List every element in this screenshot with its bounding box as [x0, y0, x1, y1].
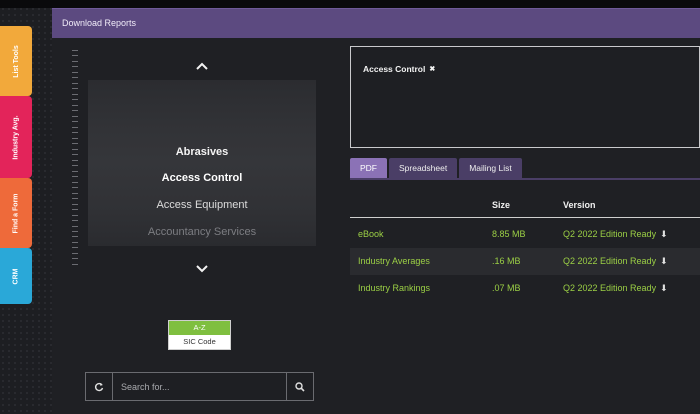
picker-scroll-track[interactable] — [72, 50, 78, 265]
search-button[interactable] — [287, 373, 313, 400]
row-version: Q2 2022 Edition Ready ⬇ — [563, 229, 668, 240]
row-version: Q2 2022 Edition Ready ⬇ — [563, 256, 668, 267]
picker-item-accountancy-services[interactable]: Accountancy Services — [88, 226, 316, 238]
picker-item-abrasives[interactable]: Abrasives — [88, 146, 316, 158]
chevron-down-icon[interactable] — [195, 263, 209, 275]
industry-picker[interactable]: Abrasives Access Control Access Equipmen… — [88, 80, 316, 246]
side-tab-list-tools[interactable]: List Tools — [0, 26, 32, 96]
download-icon[interactable]: ⬇ — [660, 256, 668, 266]
picker-item-access-equipment[interactable]: Access Equipment — [88, 199, 316, 211]
sort-toggle: A-Z SIC Code — [168, 320, 231, 350]
row-size: .07 MB — [492, 283, 521, 293]
table-row[interactable]: eBook 8.85 MB Q2 2022 Edition Ready ⬇ — [350, 221, 700, 248]
tab-spreadsheet[interactable]: Spreadsheet — [389, 158, 458, 178]
row-name: Industry Averages — [358, 256, 430, 266]
side-tab-crm[interactable]: CRM — [0, 248, 32, 304]
format-tabs: PDF Spreadsheet Mailing List — [350, 158, 522, 178]
selected-chip-label: Access Control — [363, 64, 426, 74]
page-title: Download Reports — [62, 18, 137, 28]
selected-chip: Access Control ✖ — [363, 64, 435, 74]
search-input[interactable] — [112, 373, 287, 400]
side-tab-label: Industry Avg. — [12, 114, 20, 160]
side-tab-find-a-form[interactable]: Find a Form — [0, 178, 32, 248]
side-tab-label: CRM — [12, 268, 20, 284]
top-strip — [0, 0, 700, 8]
header-divider — [350, 217, 700, 218]
refresh-button[interactable] — [86, 373, 112, 400]
tab-mailing-list[interactable]: Mailing List — [459, 158, 522, 178]
remove-chip-icon[interactable]: ✖ — [429, 65, 435, 73]
chevron-up-icon[interactable] — [195, 60, 209, 72]
row-version-text: Q2 2022 Edition Ready — [563, 256, 657, 266]
picker-item-access-control[interactable]: Access Control — [88, 172, 316, 184]
download-icon[interactable]: ⬇ — [660, 229, 668, 239]
selected-industries-box: Access Control ✖ — [350, 46, 700, 148]
sort-az-button[interactable]: A-Z — [169, 321, 230, 335]
panel-header: Download Reports — [52, 8, 700, 38]
tab-underline — [350, 178, 700, 180]
side-tab-industry-avg[interactable]: Industry Avg. — [0, 96, 32, 178]
table-row[interactable]: Industry Rankings .07 MB Q2 2022 Edition… — [350, 275, 700, 302]
row-name: eBook — [358, 229, 384, 239]
search-bar — [85, 372, 314, 401]
row-name: Industry Rankings — [358, 283, 431, 293]
side-tab-label: Find a Form — [12, 192, 20, 234]
sort-sic-code-button[interactable]: SIC Code — [169, 335, 230, 349]
row-size: 8.85 MB — [492, 229, 526, 239]
column-header-version: Version — [563, 200, 596, 210]
row-size: .16 MB — [492, 256, 521, 266]
side-tab-bar: List Tools Industry Avg. Find a Form CRM — [0, 26, 32, 304]
row-version-text: Q2 2022 Edition Ready — [563, 229, 657, 239]
table-row[interactable]: Industry Averages .16 MB Q2 2022 Edition… — [350, 248, 700, 275]
refresh-icon — [94, 382, 104, 391]
side-tab-label: List Tools — [12, 44, 20, 78]
search-icon — [295, 381, 305, 392]
row-version-text: Q2 2022 Edition Ready — [563, 283, 657, 293]
download-icon[interactable]: ⬇ — [660, 283, 668, 293]
column-header-size: Size — [492, 200, 511, 210]
row-version: Q2 2022 Edition Ready ⬇ — [563, 283, 668, 294]
tab-pdf[interactable]: PDF — [350, 158, 387, 178]
